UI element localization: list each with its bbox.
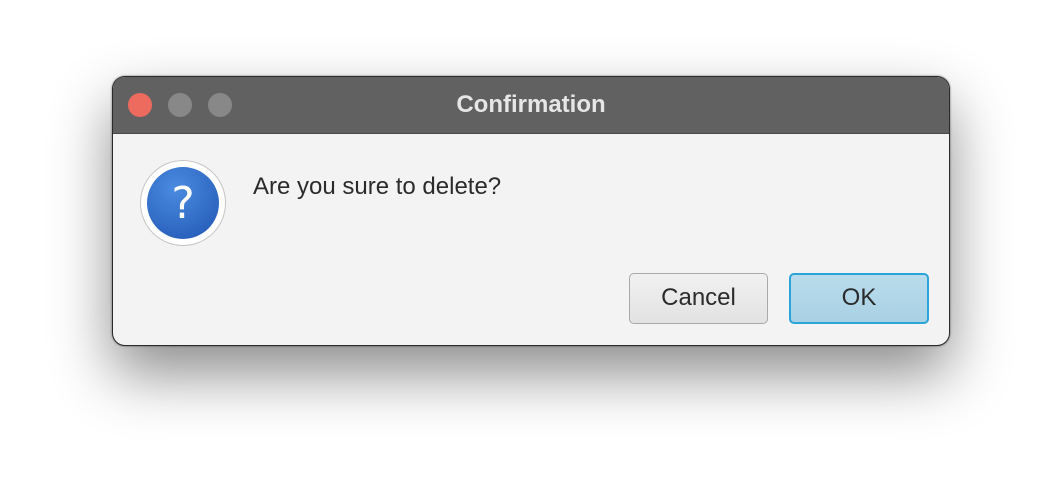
confirmation-dialog: Confirmation ? Are you sure to delete? C… [112, 76, 950, 346]
ok-button[interactable]: OK [789, 273, 929, 324]
svg-text:?: ? [171, 178, 194, 229]
title-bar[interactable]: Confirmation [113, 77, 949, 134]
question-icon: ? [140, 160, 226, 246]
window-title: Confirmation [456, 91, 606, 118]
cancel-button[interactable]: Cancel [629, 273, 768, 324]
dialog-message: Are you sure to delete? [253, 173, 502, 200]
